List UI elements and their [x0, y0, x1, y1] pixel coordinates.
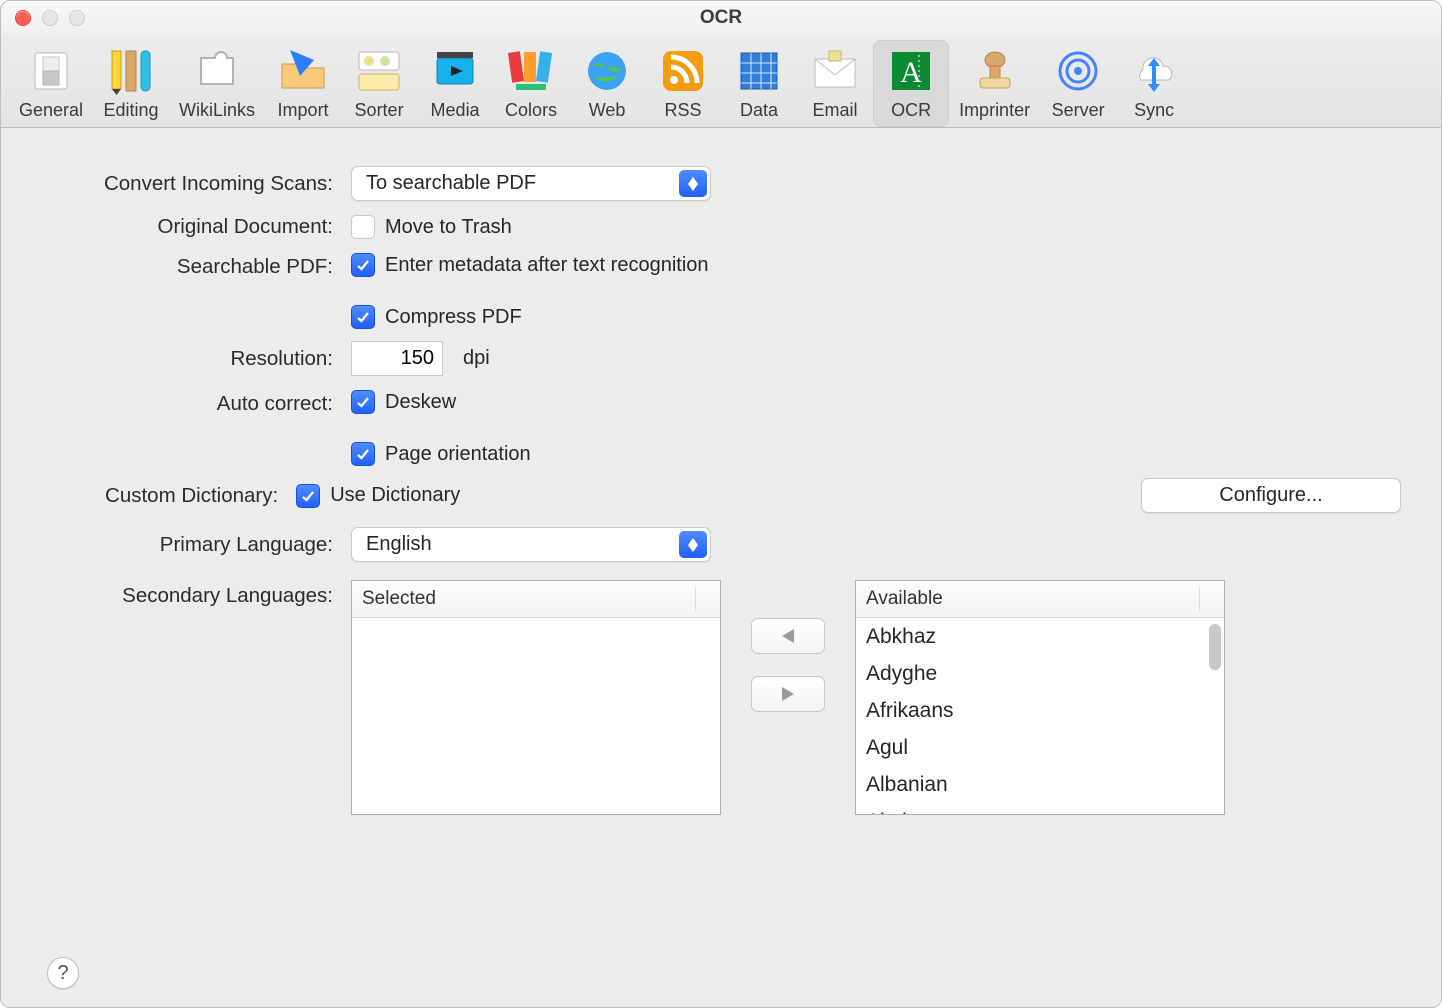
window-title: OCR — [1, 7, 1441, 29]
move-to-trash-checkbox[interactable] — [351, 215, 375, 239]
media-icon — [427, 46, 483, 96]
titlebar: OCR — [1, 1, 1441, 34]
toolbar-item-wikilinks[interactable]: WikiLinks — [169, 40, 265, 127]
help-button[interactable]: ? — [47, 957, 79, 989]
toolbar-label: Editing — [104, 100, 159, 121]
move-left-button[interactable] — [751, 618, 825, 654]
selected-list-header: Selected — [352, 581, 720, 618]
page-orientation-checkbox[interactable] — [351, 442, 375, 466]
toolbar-item-sorter[interactable]: Sorter — [341, 40, 417, 127]
traffic-lights — [1, 10, 85, 26]
label-auto-correct: Auto correct: — [41, 390, 351, 416]
toolbar-item-web[interactable]: Web — [569, 40, 645, 127]
toolbar-label: Sync — [1134, 100, 1174, 121]
minimize-window-button[interactable] — [42, 10, 58, 26]
available-languages-list[interactable]: Available AbkhazAdygheAfrikaansAgulAlban… — [855, 580, 1225, 815]
popup-value: English — [366, 533, 432, 556]
close-window-button[interactable] — [15, 10, 31, 26]
server-icon — [1050, 46, 1106, 96]
toolbar-item-data[interactable]: Data — [721, 40, 797, 127]
pencil-ruler-icon — [103, 46, 159, 96]
deskew-text: Deskew — [385, 391, 456, 414]
label-searchable-pdf: Searchable PDF: — [41, 253, 351, 279]
toolbar-item-general[interactable]: General — [9, 40, 93, 127]
toolbar-label: Server — [1052, 100, 1105, 121]
sorter-icon — [351, 46, 407, 96]
move-right-button[interactable] — [751, 676, 825, 712]
toolbar-item-colors[interactable]: Colors — [493, 40, 569, 127]
toolbar-item-import[interactable]: Import — [265, 40, 341, 127]
toolbar-label: Imprinter — [959, 100, 1030, 121]
list-item[interactable]: Albanian — [856, 766, 1224, 803]
toolbar-label: Data — [740, 100, 778, 121]
toolbar-item-server[interactable]: Server — [1040, 40, 1116, 127]
compress-pdf-text: Compress PDF — [385, 306, 522, 329]
toolbar-label: General — [19, 100, 83, 121]
toolbar-item-email[interactable]: Email — [797, 40, 873, 127]
popup-value: To searchable PDF — [366, 172, 536, 195]
preferences-toolbar: General Editing WikiLinks Import — [1, 34, 1441, 128]
popup-arrows-icon — [679, 531, 707, 558]
use-dictionary-text: Use Dictionary — [330, 484, 460, 507]
page-orientation-text: Page orientation — [385, 443, 531, 466]
list-item[interactable]: Altaic — [856, 803, 1224, 814]
primary-language-popup[interactable]: English — [351, 527, 711, 562]
ocr-icon: A — [883, 46, 939, 96]
label-secondary-languages: Secondary Languages: — [41, 578, 351, 608]
resolution-unit: dpi — [463, 347, 490, 370]
rss-icon — [655, 46, 711, 96]
compress-pdf-checkbox[interactable] — [351, 305, 375, 329]
toolbar-item-editing[interactable]: Editing — [93, 40, 169, 127]
ocr-pane: Convert Incoming Scans: To searchable PD… — [1, 128, 1441, 1007]
label-primary-language: Primary Language: — [41, 533, 351, 557]
stamp-icon — [967, 46, 1023, 96]
list-item[interactable]: Adyghe — [856, 655, 1224, 692]
available-list-header: Available — [856, 581, 1224, 618]
scrollbar-thumb[interactable] — [1209, 624, 1221, 670]
convert-incoming-popup[interactable]: To searchable PDF — [351, 166, 711, 201]
list-item[interactable]: Abkhaz — [856, 618, 1224, 655]
toolbar-label: Web — [589, 100, 626, 121]
resolution-input[interactable] — [351, 341, 443, 376]
toolbar-label: RSS — [665, 100, 702, 121]
import-folder-icon — [275, 46, 331, 96]
toolbar-label: Import — [278, 100, 329, 121]
toolbar-label: Colors — [505, 100, 557, 121]
label-original-document: Original Document: — [41, 215, 351, 239]
toolbar-item-media[interactable]: Media — [417, 40, 493, 127]
puzzle-icon — [189, 46, 245, 96]
use-dictionary-checkbox[interactable] — [296, 484, 320, 508]
toolbar-item-sync[interactable]: Sync — [1116, 40, 1192, 127]
label-resolution: Resolution: — [41, 347, 351, 371]
zoom-window-button[interactable] — [69, 10, 85, 26]
move-to-trash-text: Move to Trash — [385, 216, 512, 239]
deskew-checkbox[interactable] — [351, 390, 375, 414]
enter-metadata-text: Enter metadata after text recognition — [385, 254, 709, 277]
toolbar-item-imprinter[interactable]: Imprinter — [949, 40, 1040, 127]
preferences-window: OCR General Editing WikiLinks — [0, 0, 1442, 1008]
label-convert-incoming: Convert Incoming Scans: — [41, 172, 351, 196]
toolbar-label: Sorter — [355, 100, 404, 121]
toolbar-item-rss[interactable]: RSS — [645, 40, 721, 127]
configure-button[interactable]: Configure... — [1141, 478, 1401, 513]
colors-icon — [503, 46, 559, 96]
label-custom-dictionary: Custom Dictionary: — [41, 484, 296, 508]
spreadsheet-icon — [731, 46, 787, 96]
toolbar-label: OCR — [891, 100, 931, 121]
globe-icon — [579, 46, 635, 96]
list-item[interactable]: Afrikaans — [856, 692, 1224, 729]
toolbar-label: Media — [431, 100, 480, 121]
toolbar-label: WikiLinks — [179, 100, 255, 121]
enter-metadata-checkbox[interactable] — [351, 253, 375, 277]
switch-icon — [23, 46, 79, 96]
cloud-sync-icon — [1126, 46, 1182, 96]
toolbar-item-ocr[interactable]: A OCR — [873, 40, 949, 127]
envelope-icon — [807, 46, 863, 96]
popup-arrows-icon — [679, 170, 707, 197]
toolbar-label: Email — [813, 100, 858, 121]
list-item[interactable]: Agul — [856, 729, 1224, 766]
selected-languages-list[interactable]: Selected — [351, 580, 721, 815]
